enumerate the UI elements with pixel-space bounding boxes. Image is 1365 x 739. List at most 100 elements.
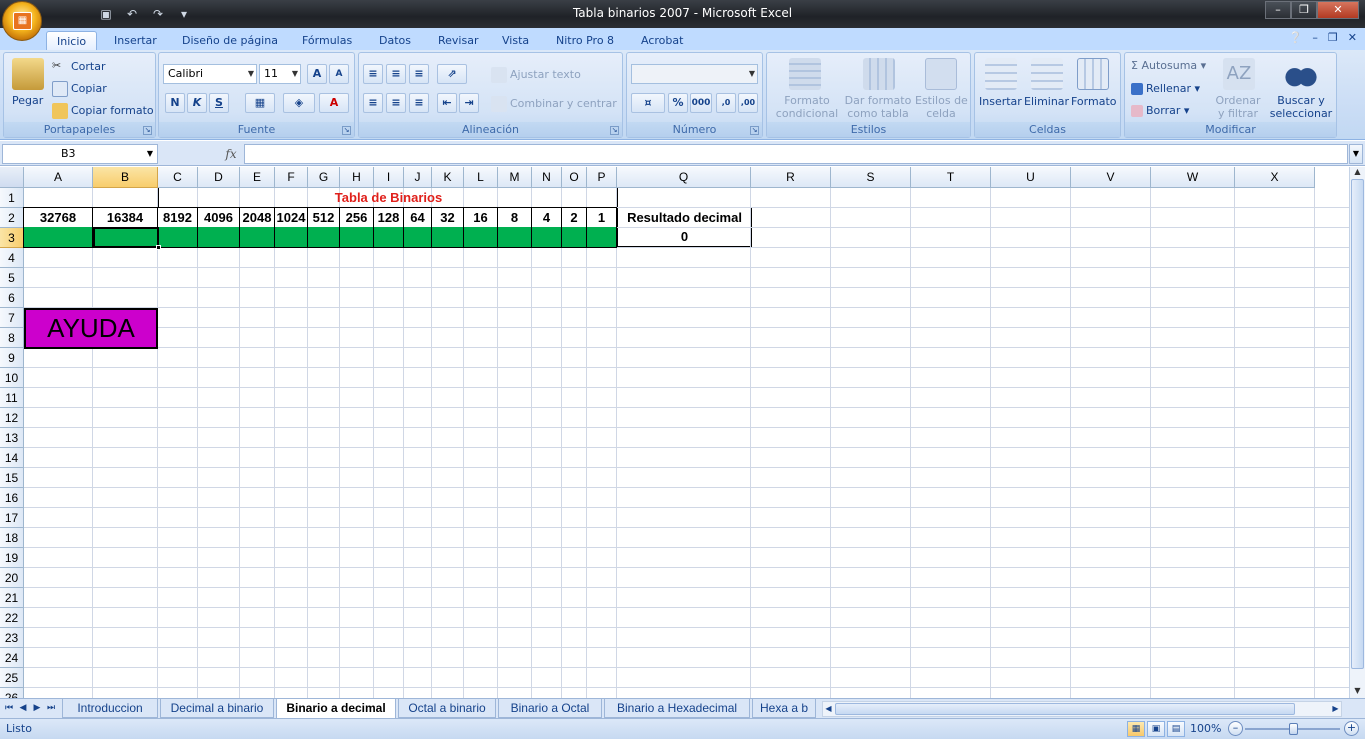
power-cell[interactable]: 4096: [197, 207, 240, 228]
decrease-indent-button[interactable]: ⇤: [437, 93, 457, 113]
binary-input-cell[interactable]: [339, 227, 374, 248]
row-header[interactable]: 9: [0, 348, 24, 368]
binary-input-cell[interactable]: [92, 227, 158, 248]
result-label-cell[interactable]: Resultado decimal: [617, 207, 752, 228]
cell-styles-button[interactable]: Estilos de celda: [915, 94, 968, 120]
sheet-tab-binario-a-octal[interactable]: Binario a Octal: [498, 699, 602, 718]
binary-input-cell[interactable]: [463, 227, 498, 248]
format-cells-button[interactable]: Formato: [1071, 95, 1117, 108]
row-header[interactable]: 11: [0, 388, 24, 408]
tab-datos[interactable]: Datos: [369, 31, 421, 50]
align-top-button[interactable]: ≡: [363, 64, 383, 84]
ribbon-restore-icon[interactable]: ❐: [1328, 31, 1338, 44]
horizontal-scrollbar[interactable]: ◀ ▶: [822, 701, 1342, 717]
dialog-launcher-icon[interactable]: ↘: [143, 126, 152, 135]
binary-input-cell[interactable]: [373, 227, 404, 248]
binary-input-cell[interactable]: [497, 227, 532, 248]
row-header[interactable]: 20: [0, 568, 24, 588]
thousands-button[interactable]: 000: [690, 93, 712, 113]
result-value-cell[interactable]: 0: [617, 227, 752, 247]
row-header[interactable]: 4: [0, 248, 24, 268]
dialog-launcher-icon[interactable]: ↘: [750, 126, 759, 135]
row-header[interactable]: 24: [0, 648, 24, 668]
row-header[interactable]: 2: [0, 208, 24, 228]
power-cell[interactable]: 128: [373, 207, 404, 228]
merge-center-button[interactable]: Combinar y centrar: [491, 96, 617, 112]
sheet-tab-hexa-a-binario[interactable]: Hexa a b: [752, 699, 816, 718]
column-header[interactable]: G: [308, 167, 340, 188]
row-header[interactable]: 25: [0, 668, 24, 688]
column-header[interactable]: W: [1151, 167, 1235, 188]
tab-vista[interactable]: Vista: [492, 31, 539, 50]
row-header[interactable]: 13: [0, 428, 24, 448]
column-header[interactable]: T: [911, 167, 991, 188]
column-header[interactable]: I: [374, 167, 404, 188]
column-header[interactable]: D: [198, 167, 240, 188]
power-cell[interactable]: 64: [403, 207, 432, 228]
help-button[interactable]: AYUDA: [24, 308, 158, 349]
autosum-button[interactable]: Σ Autosuma ▾: [1131, 59, 1206, 72]
font-name-select[interactable]: Calibri ▼: [163, 64, 257, 84]
clear-button[interactable]: Borrar ▾: [1131, 104, 1189, 117]
column-header[interactable]: N: [532, 167, 562, 188]
power-cell[interactable]: 16: [463, 207, 498, 228]
formula-input[interactable]: [244, 144, 1348, 164]
zoom-slider-knob[interactable]: [1289, 723, 1298, 735]
column-header[interactable]: X: [1235, 167, 1315, 188]
vertical-scroll-thumb[interactable]: [1351, 179, 1364, 669]
ribbon-minimize-icon[interactable]: –: [1312, 31, 1318, 44]
power-cell[interactable]: 8: [497, 207, 532, 228]
power-cell[interactable]: 2048: [239, 207, 275, 228]
zoom-out-button[interactable]: –: [1228, 721, 1243, 736]
currency-button[interactable]: ¤: [631, 93, 665, 113]
copy-button[interactable]: Copiar: [52, 81, 107, 97]
grow-font-button[interactable]: A: [307, 64, 327, 84]
table-title[interactable]: Tabla de Binarios: [159, 188, 618, 208]
column-header[interactable]: S: [831, 167, 911, 188]
tab-inicio[interactable]: Inicio: [46, 31, 98, 50]
binary-input-cell[interactable]: [431, 227, 464, 248]
binary-input-cell[interactable]: [531, 227, 562, 248]
page-layout-view-icon[interactable]: ▣: [1147, 721, 1165, 737]
close-button[interactable]: ✕: [1317, 1, 1359, 19]
dialog-launcher-icon[interactable]: ↘: [342, 126, 351, 135]
cut-button[interactable]: ✂ Cortar: [52, 59, 106, 75]
horizontal-scroll-thumb[interactable]: [835, 703, 1295, 715]
column-header[interactable]: K: [432, 167, 464, 188]
fill-color-button[interactable]: ◈: [283, 93, 315, 113]
borders-button[interactable]: ▦: [245, 93, 275, 113]
help-icon[interactable]: ❔: [1289, 31, 1303, 44]
orientation-button[interactable]: ⇗: [437, 64, 467, 84]
row-header[interactable]: 26: [0, 688, 24, 698]
row-header[interactable]: 10: [0, 368, 24, 388]
align-right-button[interactable]: ≡: [409, 93, 429, 113]
zoom-in-button[interactable]: +: [1344, 721, 1359, 736]
column-header[interactable]: E: [240, 167, 275, 188]
row-header[interactable]: 16: [0, 488, 24, 508]
vertical-scrollbar[interactable]: ▲ ▼: [1349, 167, 1365, 698]
align-left-button[interactable]: ≡: [363, 93, 383, 113]
column-header[interactable]: H: [340, 167, 374, 188]
scroll-right-icon[interactable]: ▶: [1330, 702, 1341, 716]
column-header[interactable]: L: [464, 167, 498, 188]
power-cell[interactable]: 16384: [92, 207, 158, 228]
row-header[interactable]: 6: [0, 288, 24, 308]
next-sheet-icon[interactable]: ▶: [31, 701, 43, 715]
column-header[interactable]: B: [93, 167, 158, 188]
zoom-level[interactable]: 100%: [1190, 722, 1221, 735]
power-cell[interactable]: 8192: [157, 207, 198, 228]
column-header[interactable]: A: [24, 167, 93, 188]
italic-button[interactable]: K: [187, 93, 207, 113]
conditional-format-button[interactable]: Formato condicional: [773, 94, 841, 120]
column-header[interactable]: R: [751, 167, 831, 188]
column-header[interactable]: O: [562, 167, 587, 188]
align-center-button[interactable]: ≡: [386, 93, 406, 113]
power-cell[interactable]: 512: [307, 207, 340, 228]
tab-acrobat[interactable]: Acrobat: [631, 31, 693, 50]
sheet-tab-octal-a-binario[interactable]: Octal a binario: [398, 699, 496, 718]
scroll-down-icon[interactable]: ▼: [1350, 686, 1365, 698]
row-header[interactable]: 15: [0, 468, 24, 488]
power-cell[interactable]: 4: [531, 207, 562, 228]
row-header[interactable]: 1: [0, 188, 24, 208]
number-format-select[interactable]: ▼: [631, 64, 758, 84]
